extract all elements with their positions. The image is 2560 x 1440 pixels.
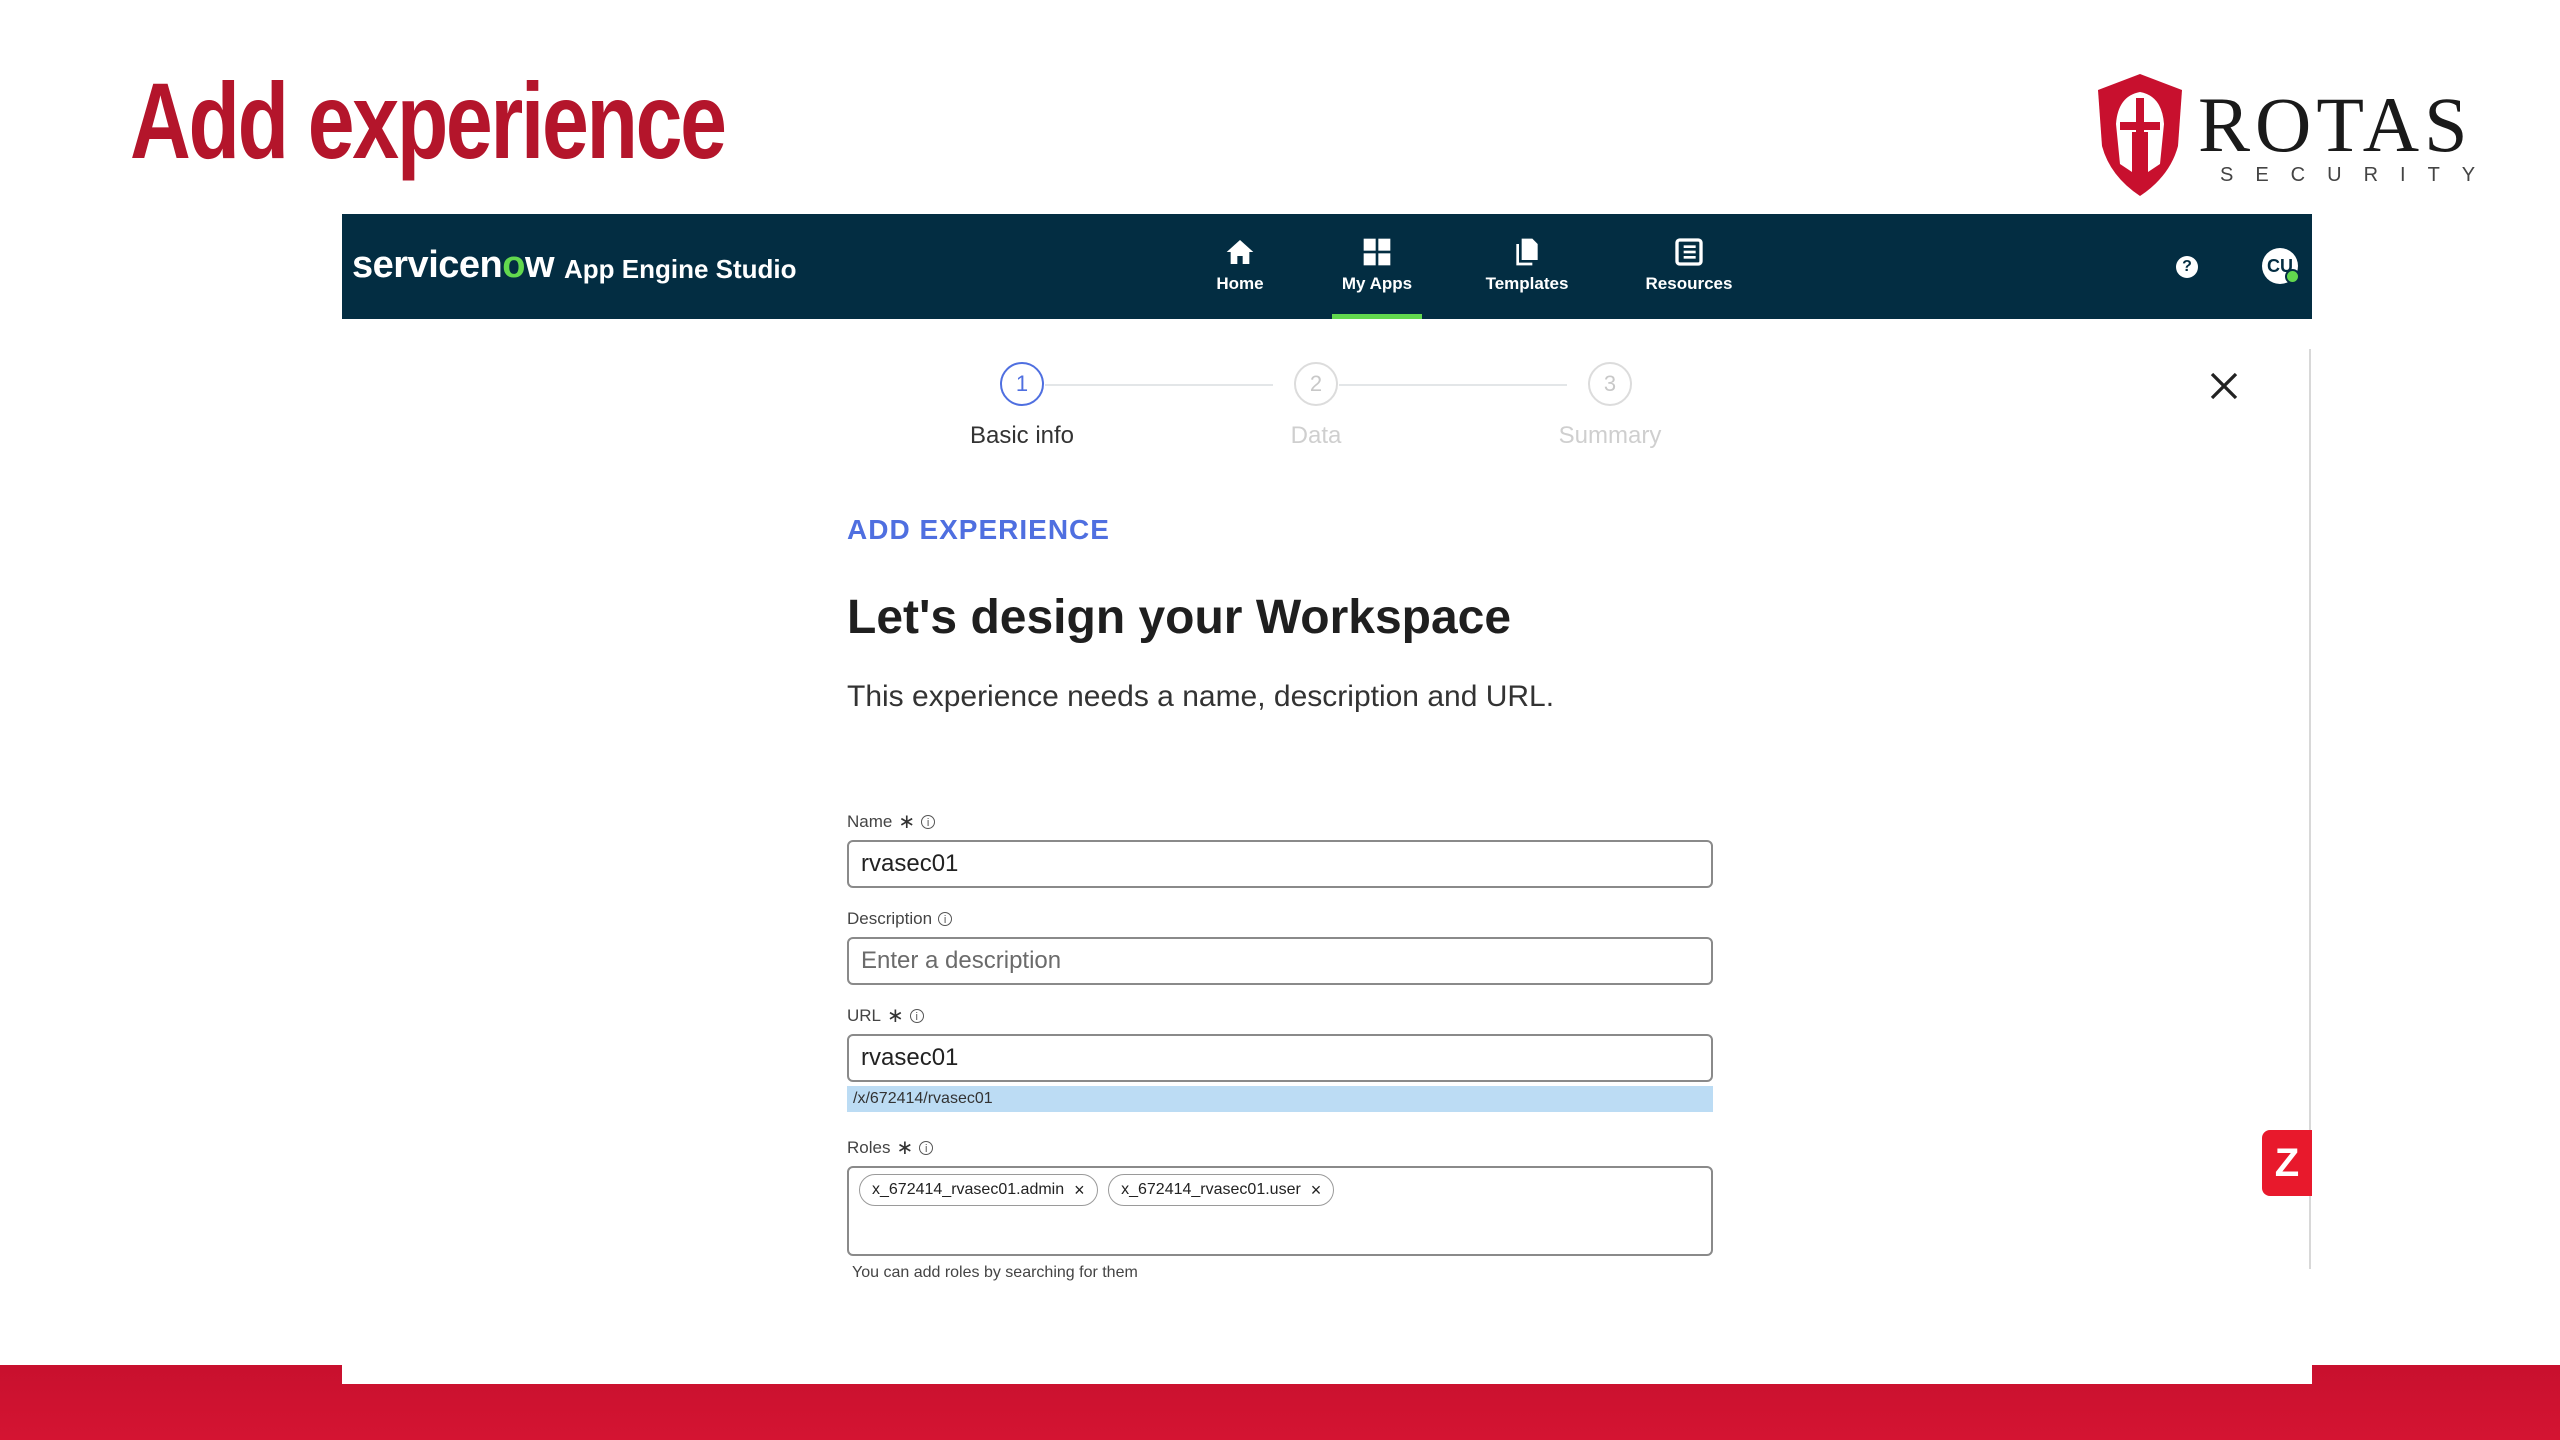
step-1-circle: 1 (1000, 362, 1044, 406)
role-chip-label: x_672414_rvasec01.user (1121, 1181, 1301, 1198)
roles-helper-text: You can add roles by searching for them (852, 1264, 1138, 1281)
required-icon: ∗ (898, 811, 916, 833)
remove-chip-icon[interactable]: × (1074, 1181, 1085, 1199)
role-chip-label: x_672414_rvasec01.admin (872, 1181, 1065, 1198)
step-1-label: Basic info (969, 422, 1075, 449)
url-path-preview: /x/672414/rvasec01 (847, 1086, 1713, 1112)
nav-my-apps-label: My Apps (1341, 274, 1413, 293)
slide-title: Add experience (130, 60, 727, 181)
form-eyebrow: ADD EXPERIENCE (847, 514, 1110, 545)
step-3-label: Summary (1558, 422, 1662, 449)
resources-icon (1675, 238, 1703, 266)
roles-label: Roles ∗ i (847, 1137, 934, 1159)
shield-helmet-icon (2098, 74, 2182, 196)
description-input[interactable] (847, 937, 1713, 985)
url-label: URL ∗ i (847, 1006, 924, 1026)
nav-templates-label: Templates (1485, 274, 1569, 293)
top-navigation-bar: servicenow App Engine Studio Home My App… (342, 214, 2312, 319)
roles-label-text: Roles (847, 1138, 891, 1157)
product-name: App Engine Studio (564, 254, 797, 284)
step-2-circle: 2 (1294, 362, 1338, 406)
rotas-security-logo: ROTAS SECURITY (2090, 72, 2475, 202)
form-heading: Let's design your Workspace (847, 591, 1512, 644)
nav-resources-label: Resources (1645, 274, 1733, 293)
description-label-text: Description (847, 909, 933, 928)
nav-home-label: Home (1216, 274, 1264, 293)
name-input[interactable] (847, 840, 1713, 888)
brand-prefix: servicen (352, 244, 503, 286)
nav-resources[interactable]: Resources (1634, 236, 1744, 319)
info-icon[interactable]: i (938, 912, 953, 926)
description-label: Description i (847, 909, 953, 929)
help-icon[interactable]: ? (2176, 256, 2198, 278)
step-3-circle: 3 (1588, 362, 1632, 406)
step-connector (1339, 384, 1567, 386)
user-avatar[interactable]: CU (2262, 248, 2300, 284)
role-chip: x_672414_rvasec01.user × (1108, 1174, 1335, 1206)
url-label-text: URL (847, 1006, 882, 1025)
step-connector (1045, 384, 1273, 386)
brand-o: o (502, 244, 525, 286)
wizard-stepper: 1 Basic info 2 Data 3 Summary (342, 354, 2312, 454)
nav-my-apps[interactable]: My Apps (1332, 236, 1422, 319)
name-label-text: Name (847, 812, 893, 831)
home-icon (1226, 240, 1254, 264)
nav-home[interactable]: Home (1200, 236, 1280, 319)
remove-chip-icon[interactable]: × (1311, 1181, 1322, 1199)
servicenow-logo[interactable]: servicenow (352, 244, 555, 287)
roles-input[interactable]: x_672414_rvasec01.admin × x_672414_rvase… (847, 1166, 1713, 1256)
info-icon[interactable]: i (909, 1009, 924, 1023)
nav-templates[interactable]: Templates (1472, 236, 1582, 319)
name-label: Name ∗ i (847, 811, 936, 833)
url-input[interactable] (847, 1034, 1713, 1082)
role-chip: x_672414_rvasec01.admin × (859, 1174, 1098, 1206)
required-icon: ∗ (887, 1005, 904, 1027)
required-icon: ∗ (896, 1137, 914, 1159)
close-icon (2210, 372, 2238, 400)
online-status-dot (2285, 269, 2300, 284)
info-icon[interactable]: i (919, 1141, 934, 1155)
logo-wordmark: ROTAS (2198, 81, 2473, 168)
logo-subtitle: SECURITY (2220, 164, 2498, 186)
form-intro: This experience needs a name, descriptio… (847, 680, 1555, 713)
app-window: servicenow App Engine Studio Home My App… (342, 214, 2312, 1384)
grid-icon (1363, 238, 1391, 266)
info-icon[interactable]: i (921, 815, 936, 829)
step-2-label: Data (1290, 422, 1342, 449)
close-button[interactable] (2206, 368, 2242, 404)
feedback-tab[interactable]: Z (2262, 1130, 2312, 1196)
brand-suffix: w (524, 244, 555, 286)
templates-icon (1516, 238, 1538, 266)
